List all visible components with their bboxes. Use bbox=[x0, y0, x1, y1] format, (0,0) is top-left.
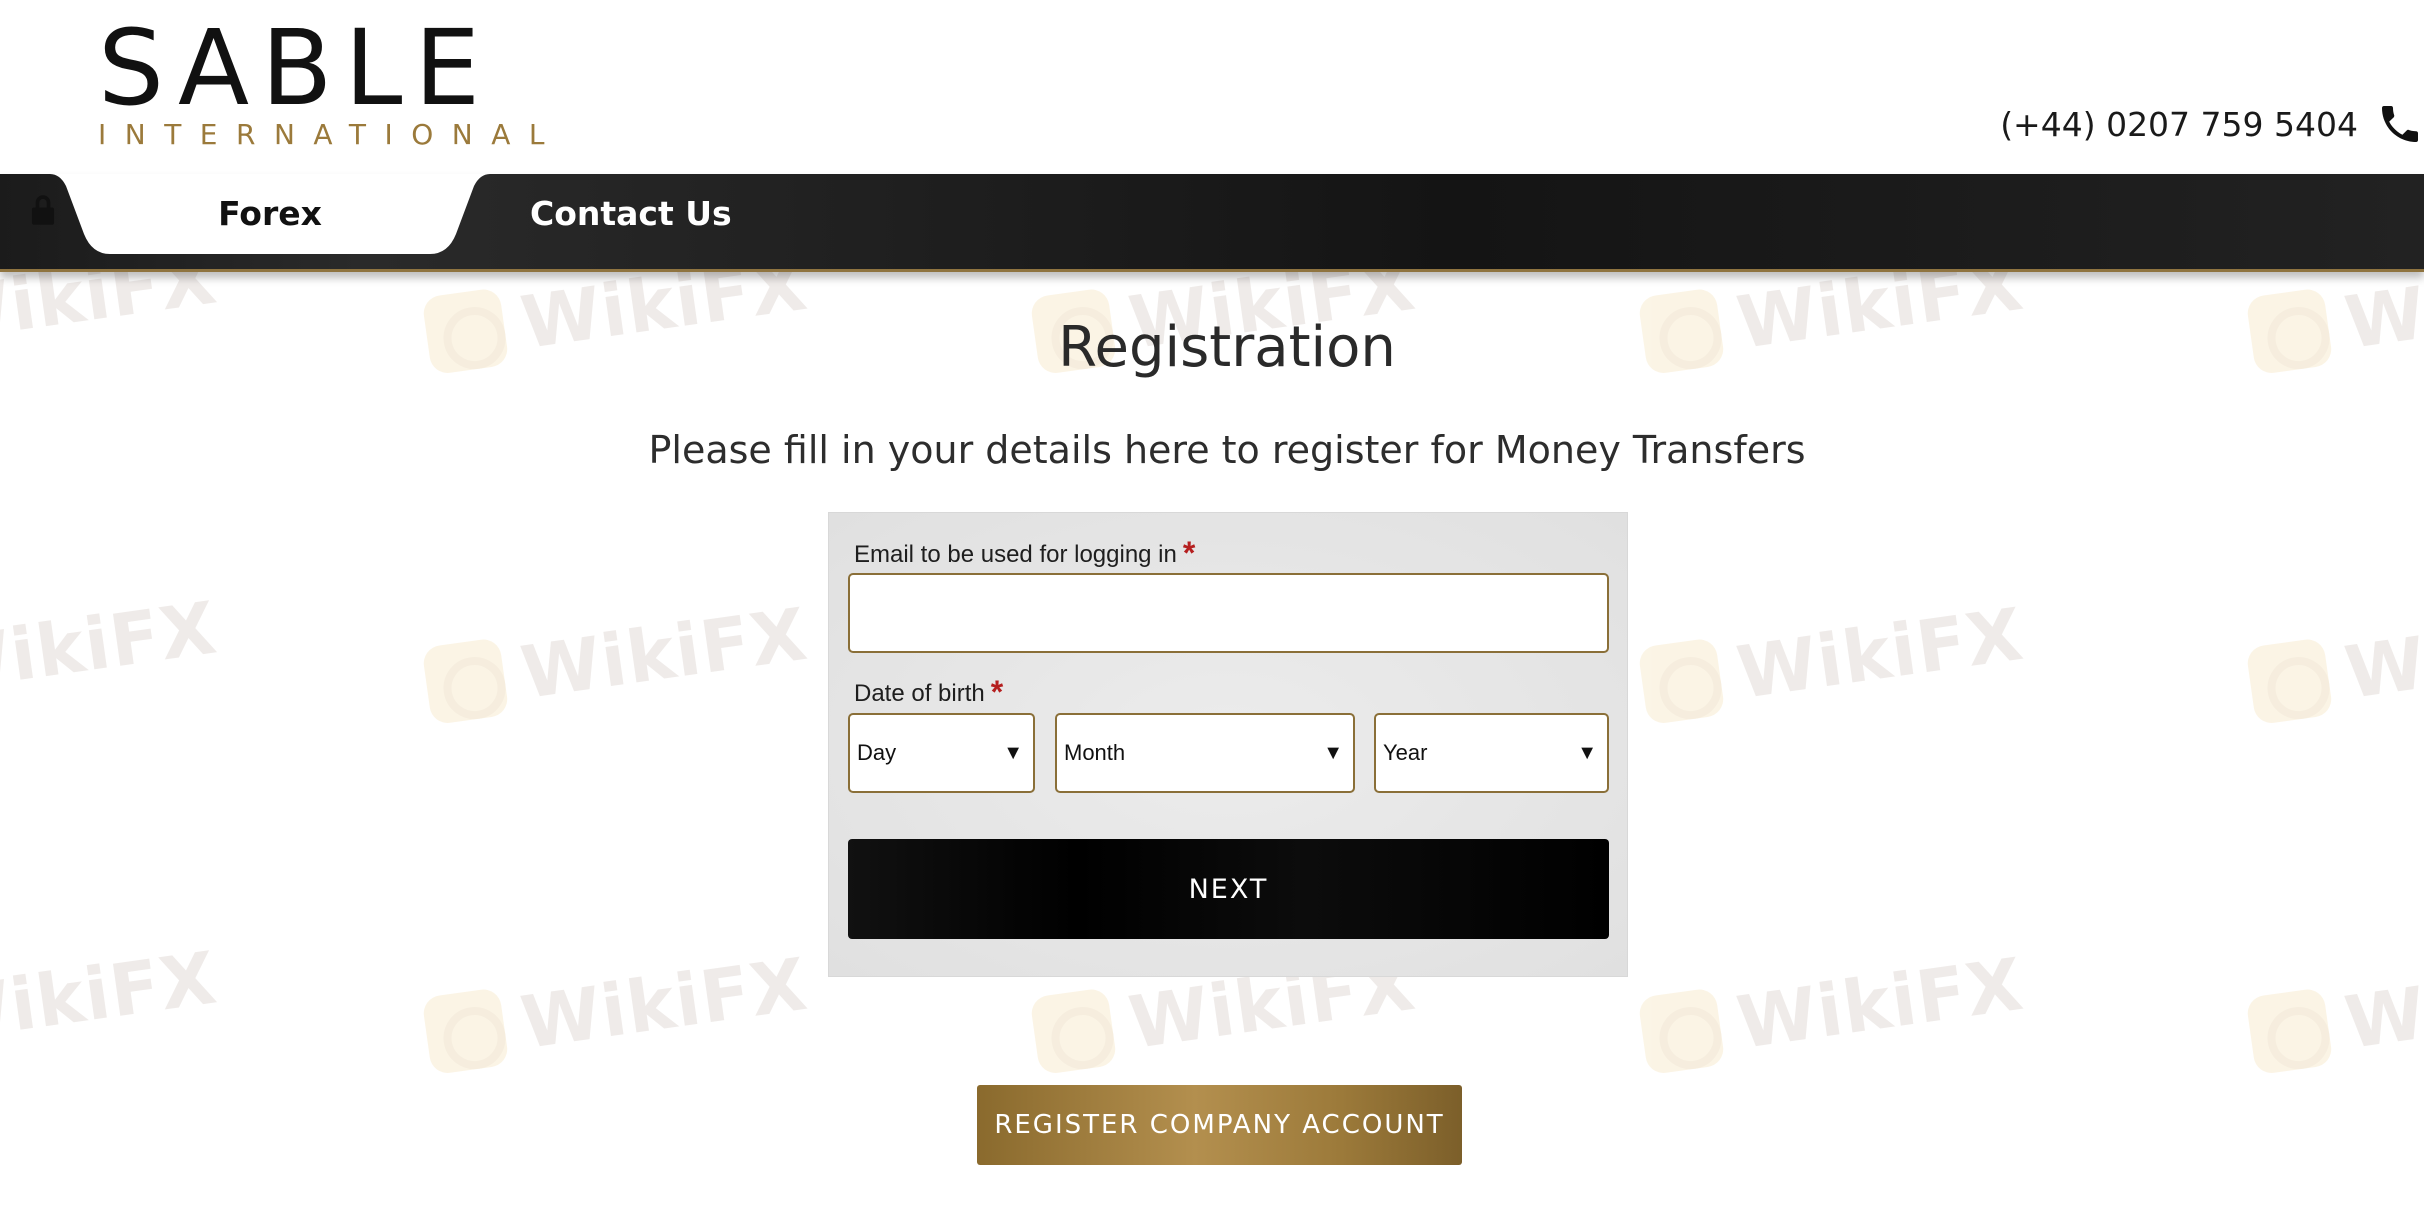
required-marker: * bbox=[1182, 535, 1196, 571]
watermark-logo-icon bbox=[2245, 637, 2334, 726]
watermark-text: WikiFX bbox=[516, 591, 813, 715]
dob-label: Date of birth * bbox=[854, 674, 1003, 711]
brand-name: SABLE bbox=[98, 7, 493, 129]
watermark-text: WikiFX bbox=[2340, 941, 2424, 1065]
watermark-logo-icon bbox=[1029, 987, 1118, 1076]
register-company-button[interactable]: REGISTER COMPANY ACCOUNT bbox=[977, 1085, 1462, 1165]
watermark: WikiFX bbox=[421, 942, 812, 1079]
next-button[interactable]: NEXT bbox=[848, 839, 1609, 939]
phone-icon bbox=[2382, 106, 2418, 142]
email-field[interactable] bbox=[848, 573, 1609, 653]
dob-month-value: Month bbox=[1064, 740, 1126, 765]
watermark: WikiFX bbox=[0, 935, 222, 1058]
watermark-text: WikiFX bbox=[2340, 591, 2424, 715]
watermark: WikiFX bbox=[2245, 592, 2424, 729]
lock-icon bbox=[31, 195, 55, 225]
phone-number: (+44) 0207 759 5404 bbox=[2000, 104, 2358, 144]
email-label-text: Email to be used for logging in bbox=[854, 541, 1177, 568]
watermark-logo-icon bbox=[421, 987, 510, 1076]
watermark-logo-icon bbox=[1637, 637, 1726, 726]
tab-forex-label: Forex bbox=[218, 194, 322, 233]
watermark: WikiFX bbox=[2245, 942, 2424, 1079]
dob-label-text: Date of birth bbox=[854, 680, 985, 707]
watermark-text: WikiFX bbox=[516, 941, 813, 1065]
dob-month-select[interactable]: Month ▼ bbox=[1055, 713, 1355, 793]
tab-forex-label-group: Forex bbox=[30, 194, 510, 233]
dob-day-value: Day bbox=[857, 740, 897, 765]
watermark-text: WikiFX bbox=[1732, 591, 2029, 715]
brand-tagline: INTERNATIONAL bbox=[98, 118, 563, 151]
dob-year-select[interactable]: Year ▼ bbox=[1374, 713, 1609, 793]
tab-contact-us[interactable]: Contact Us bbox=[530, 194, 732, 233]
brand-logo[interactable]: SABLE INTERNATIONAL bbox=[98, 16, 563, 150]
chevron-down-icon: ▼ bbox=[1577, 741, 1597, 764]
phone-contact[interactable]: (+44) 0207 759 5404 bbox=[2000, 100, 2424, 148]
main-nav: Forex Contact Us bbox=[0, 174, 2424, 272]
watermark: WikiFX bbox=[0, 585, 222, 708]
page-subtitle: Please fill in your details here to regi… bbox=[648, 428, 1806, 472]
watermark-text: WikiFX bbox=[0, 585, 222, 709]
watermark: WikiFX bbox=[1637, 592, 2028, 729]
page: WikiFX WikiFX WikiFX WikiFX WikiFX WikiF… bbox=[0, 0, 2424, 1222]
watermark-logo-icon bbox=[2245, 987, 2334, 1076]
watermark-text: WikiFX bbox=[1732, 941, 2029, 1065]
email-label: Email to be used for logging in * bbox=[854, 535, 1195, 572]
dob-day-select[interactable]: Day ▼ bbox=[848, 713, 1035, 793]
registration-form: Email to be used for logging in * Date of… bbox=[828, 512, 1628, 977]
chevron-down-icon: ▼ bbox=[1323, 741, 1343, 764]
watermark: WikiFX bbox=[1637, 942, 2028, 1079]
watermark: WikiFX bbox=[421, 592, 812, 729]
dob-year-value: Year bbox=[1383, 740, 1428, 765]
site-header: SABLE INTERNATIONAL (+44) 0207 759 5404 bbox=[0, 0, 2424, 174]
watermark-text: WikiFX bbox=[0, 935, 222, 1059]
watermark-logo-icon bbox=[1637, 987, 1726, 1076]
tab-forex[interactable]: Forex bbox=[30, 174, 510, 258]
watermark-logo-icon bbox=[421, 637, 510, 726]
chevron-down-icon: ▼ bbox=[1003, 741, 1023, 764]
page-title: Registration bbox=[1058, 315, 1396, 380]
required-marker: * bbox=[990, 674, 1004, 710]
